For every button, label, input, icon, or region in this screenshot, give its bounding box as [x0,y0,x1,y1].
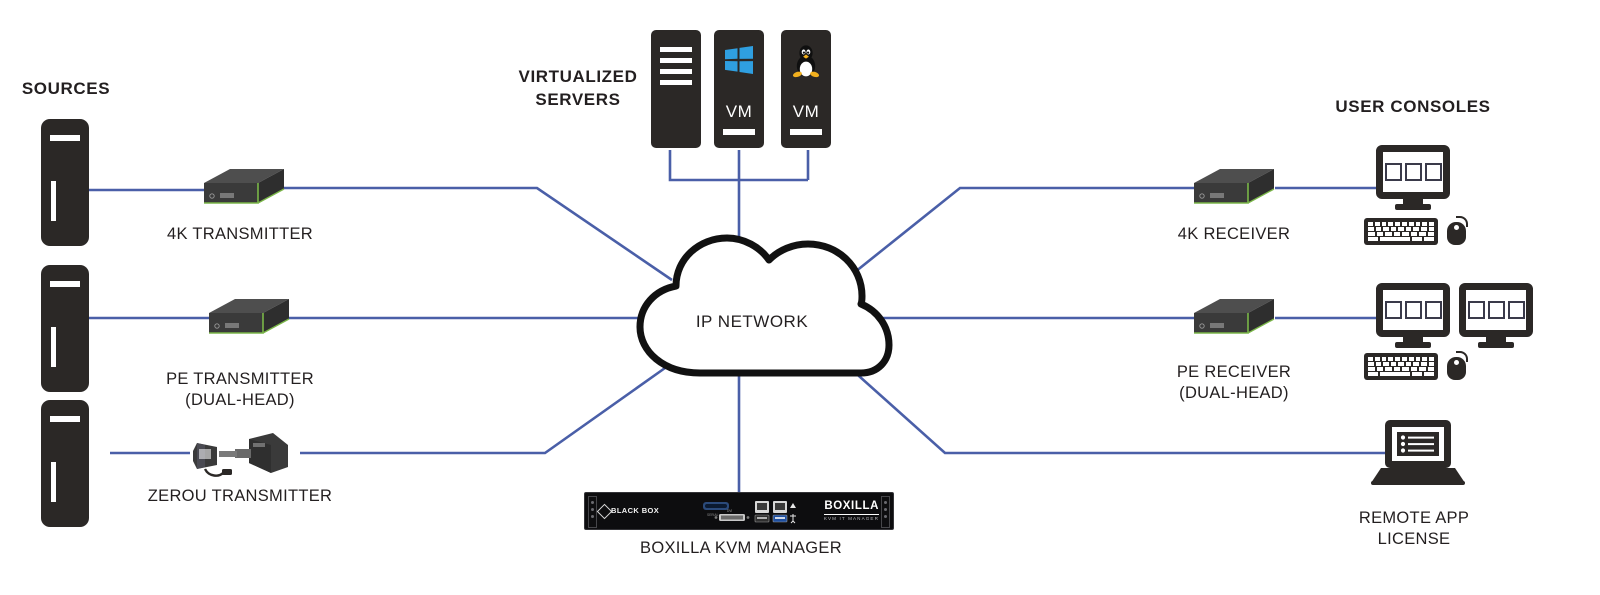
console-dual-head-input[interactable] [1364,351,1468,380]
keyboard-icon [1364,353,1438,380]
laptop-icon [1371,420,1465,485]
monitor-icon [1376,283,1450,349]
tower-slot-top [50,281,80,287]
boxilla-brand: BOXILLA KVM IT MANAGER [823,500,879,521]
boxilla-brand-name: BOXILLA [824,500,879,512]
kvm-extender-icon [209,299,290,334]
mouse-wheel [1454,225,1459,230]
svg-text:DVI: DVI [727,509,732,513]
kvm-extender-icon [1194,169,1275,204]
linux-penguin-icon [781,44,831,83]
server-linux-vm[interactable]: VM [781,30,831,148]
boxilla-brand-rule [823,514,879,515]
rx-pe-label: PE RECEIVER (DUAL-HEAD) [1176,363,1292,403]
heading-user-consoles: USER CONSOLES [1335,97,1491,116]
server-rack[interactable] [651,30,701,148]
boxilla-kvm-manager[interactable]: BLACK BOX SERIAL DVI BOXILLA KVM IT MANA… [584,492,894,530]
ip-network-cloud-shape [636,234,893,377]
vendor-label: BLACK BOX [611,506,660,515]
rack-ear-left [588,496,597,528]
console-single-head-input[interactable] [1364,216,1468,245]
console-dual-head-monitor-1[interactable] [1376,283,1450,349]
tx-pe[interactable] [201,293,293,356]
vm-footer-bar [723,129,755,135]
tx-zerou-label: ZEROU TRANSMITTER [147,487,333,505]
server-windows-vm[interactable]: VM [714,30,764,148]
mouse-icon [1447,216,1468,245]
tower-slot-bottom [51,327,56,367]
tx-pe-label: PE TRANSMITTER (DUAL-HEAD) [166,370,314,410]
ip-network-label: IP NETWORK [695,312,809,331]
console-dual-head-monitor-2[interactable] [1459,283,1533,349]
server-bars [660,47,692,91]
monitor-screen [1376,283,1450,337]
rack-ear-right [881,496,890,528]
tower-slot-bottom [51,462,56,502]
tower-pc-icon [41,400,89,527]
tower-slot-top [50,416,80,422]
mouse-icon [1447,351,1468,380]
mouse-wheel [1454,360,1459,365]
boxilla-kvm-manager-label: BOXILLA KVM MANAGER [640,539,842,557]
console-single-head[interactable] [1376,145,1450,211]
vm-footer-bar [790,129,822,135]
vm-host-box: VM [781,30,831,148]
network-diagram: SOURCES VIRTUALIZED SERVERS USER CONSOLE… [0,0,1600,595]
monitor-base [1395,204,1431,210]
zerou-dongle-icon [193,433,288,477]
rack-appliance-icon: BLACK BOX SERIAL DVI BOXILLA KVM IT MANA… [584,492,894,530]
windows-logo-icon [714,44,764,81]
source-pc-3[interactable] [41,400,89,527]
monitor-screen [1376,145,1450,199]
monitor-screen [1459,283,1533,337]
kvm-extender-icon [1194,299,1275,334]
rx-4k-label: 4K RECEIVER [1177,225,1291,243]
tower-slot-top [50,135,80,141]
vm-label: VM [725,102,753,121]
tx-4k-label: 4K TRANSMITTER [167,225,313,243]
kvm-extender-icon [204,169,285,204]
monitor-icon [1459,283,1533,349]
remote-app-label: REMOTE APP LICENSE [1358,509,1470,549]
black-box-mark-icon [596,503,613,520]
vm-host-box: VM [714,30,764,148]
rx-4k[interactable] [1186,163,1278,226]
monitor-icon [1376,145,1450,211]
tx-zerou[interactable] [183,425,303,490]
monitor-base [1478,342,1514,348]
remote-app-license[interactable] [1367,418,1469,495]
monitor-base [1395,342,1431,348]
heading-sources: SOURCES [21,79,111,98]
server-stack-icon [651,30,701,148]
keyboard-icon [1364,218,1438,245]
vm-label: VM [792,102,820,121]
tx-4k[interactable] [196,163,288,226]
boxilla-brand-sub: KVM IT MANAGER [823,515,879,521]
tower-slot-bottom [51,181,56,221]
rx-pe[interactable] [1186,293,1278,356]
